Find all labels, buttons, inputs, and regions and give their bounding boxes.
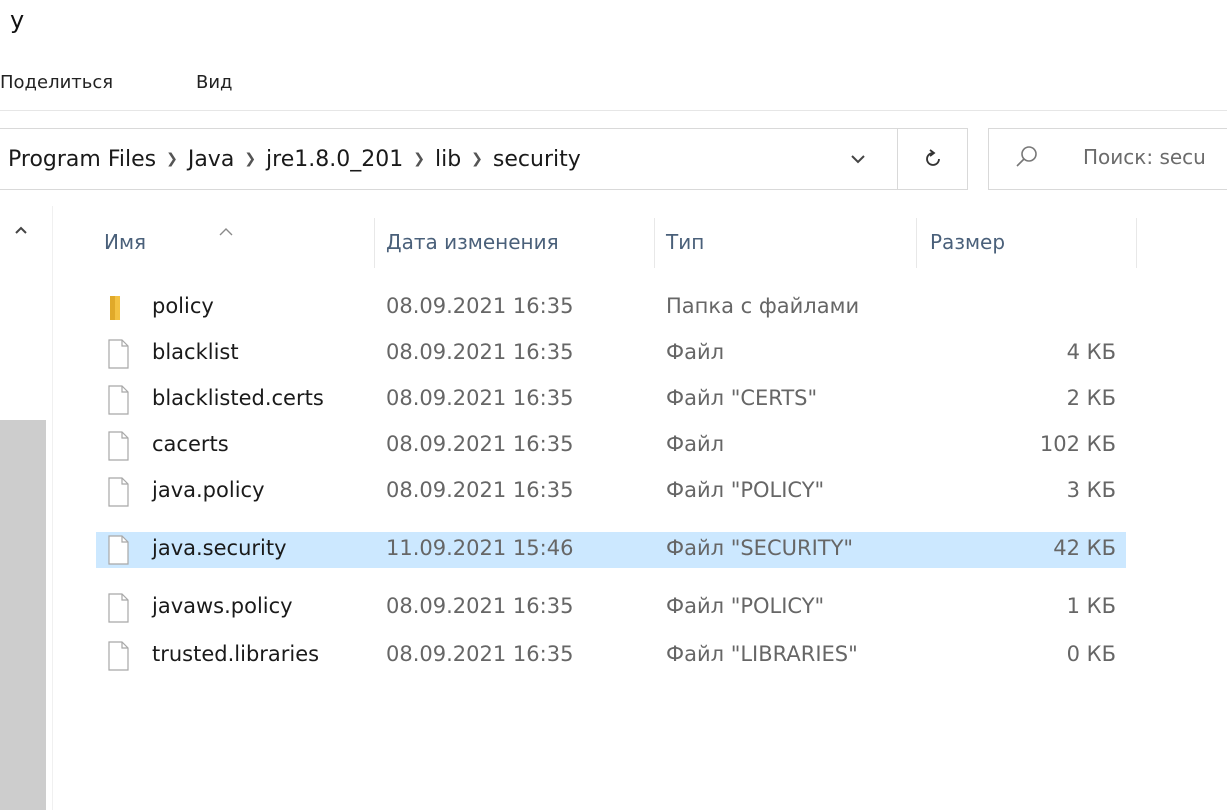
file-date: 08.09.2021 16:35 [386, 340, 574, 364]
file-date: 11.09.2021 15:46 [386, 536, 574, 560]
column-divider[interactable] [654, 218, 655, 268]
scrollbar-thumb[interactable] [0, 420, 46, 810]
file-size: 102 КБ [1039, 432, 1116, 456]
column-date[interactable]: Дата изменения [386, 212, 559, 272]
file-date: 08.09.2021 16:35 [386, 478, 574, 502]
file-type: Файл "POLICY" [666, 594, 825, 618]
navigation-pane [0, 206, 52, 810]
file-row[interactable]: java.policy 08.09.2021 16:35 Файл "POLIC… [96, 474, 1126, 510]
file-date: 08.09.2021 16:35 [386, 642, 574, 666]
chevron-down-icon[interactable] [828, 129, 888, 189]
file-row-selected[interactable]: java.security 11.09.2021 15:46 Файл "SEC… [96, 532, 1126, 568]
folder-icon [104, 292, 132, 324]
file-type: Файл "POLICY" [666, 478, 825, 502]
file-icon [104, 384, 132, 416]
file-type: Файл "LIBRARIES" [666, 642, 858, 666]
column-header: Имя Дата изменения Тип Размер [90, 212, 1140, 272]
column-name[interactable]: Имя [104, 212, 146, 272]
file-row[interactable]: javaws.policy 08.09.2021 16:35 Файл "POL… [96, 590, 1126, 626]
file-type: Папка с файлами [666, 294, 860, 318]
file-icon [104, 534, 132, 566]
chevron-right-icon[interactable]: ❯ [471, 151, 483, 167]
breadcrumb: Program Files ❯ Java ❯ jre1.8.0_201 ❯ li… [8, 129, 581, 189]
file-name: javaws.policy [152, 594, 293, 618]
file-name: blacklist [152, 340, 239, 364]
tab-view[interactable]: Вид [196, 72, 233, 93]
refresh-button[interactable] [898, 128, 968, 190]
search-icon [1016, 146, 1037, 167]
file-icon [104, 476, 132, 508]
file-row[interactable]: blacklisted.certs 08.09.2021 16:35 Файл … [96, 382, 1126, 418]
search-placeholder: Поиск: secu [1083, 145, 1206, 169]
column-divider[interactable] [1136, 218, 1137, 268]
file-name: trusted.libraries [152, 642, 320, 666]
refresh-icon [925, 149, 940, 166]
column-type[interactable]: Тип [666, 212, 704, 272]
column-size[interactable]: Размер [930, 212, 1005, 272]
search-input[interactable]: Поиск: secu [988, 128, 1227, 190]
file-size: 2 КБ [1066, 386, 1116, 410]
file-size: 42 КБ [1053, 536, 1116, 560]
file-type: Файл "SECURITY" [666, 536, 854, 560]
chevron-right-icon[interactable]: ❯ [244, 151, 256, 167]
file-icon [104, 338, 132, 370]
tab-share[interactable]: Поделиться [0, 72, 113, 93]
crumb-lib[interactable]: lib [435, 147, 461, 172]
address-bar[interactable]: Program Files ❯ Java ❯ jre1.8.0_201 ❯ li… [0, 128, 898, 190]
file-name: blacklisted.certs [152, 386, 324, 410]
file-type: Файл [666, 340, 725, 364]
crumb-program-files[interactable]: Program Files [8, 147, 156, 172]
file-size: 1 КБ [1066, 594, 1116, 618]
crumb-jre[interactable]: jre1.8.0_201 [266, 147, 403, 172]
file-name: policy [152, 294, 214, 318]
file-name: cacerts [152, 432, 229, 456]
file-row[interactable]: cacerts 08.09.2021 16:35 Файл 102 КБ [96, 428, 1126, 464]
crumb-java[interactable]: Java [188, 147, 234, 172]
file-icon [104, 592, 132, 624]
file-date: 08.09.2021 16:35 [386, 294, 574, 318]
chevron-right-icon[interactable]: ❯ [166, 151, 178, 167]
file-date: 08.09.2021 16:35 [386, 594, 574, 618]
chevron-right-icon[interactable]: ❯ [413, 151, 425, 167]
file-name: java.security [152, 536, 287, 560]
file-row[interactable]: policy 08.09.2021 16:35 Папка с файлами [96, 290, 1126, 326]
chevron-up-icon[interactable] [14, 220, 28, 239]
file-type: Файл "CERTS" [666, 386, 818, 410]
file-size: 4 КБ [1066, 340, 1116, 364]
column-divider[interactable] [374, 218, 375, 268]
file-row[interactable]: trusted.libraries 08.09.2021 16:35 Файл … [96, 638, 1126, 674]
file-type: Файл [666, 432, 725, 456]
crumb-security[interactable]: security [493, 147, 581, 172]
column-divider[interactable] [916, 218, 917, 268]
file-name: java.policy [152, 478, 265, 502]
pane-divider [52, 206, 53, 810]
file-row[interactable]: blacklist 08.09.2021 16:35 Файл 4 КБ [96, 336, 1126, 372]
file-date: 08.09.2021 16:35 [386, 432, 574, 456]
window-title: у [10, 6, 25, 34]
file-size: 0 КБ [1066, 642, 1116, 666]
ribbon-divider [0, 110, 1227, 111]
file-icon [104, 640, 132, 672]
file-size: 3 КБ [1066, 478, 1116, 502]
file-date: 08.09.2021 16:35 [386, 386, 574, 410]
file-icon [104, 430, 132, 462]
